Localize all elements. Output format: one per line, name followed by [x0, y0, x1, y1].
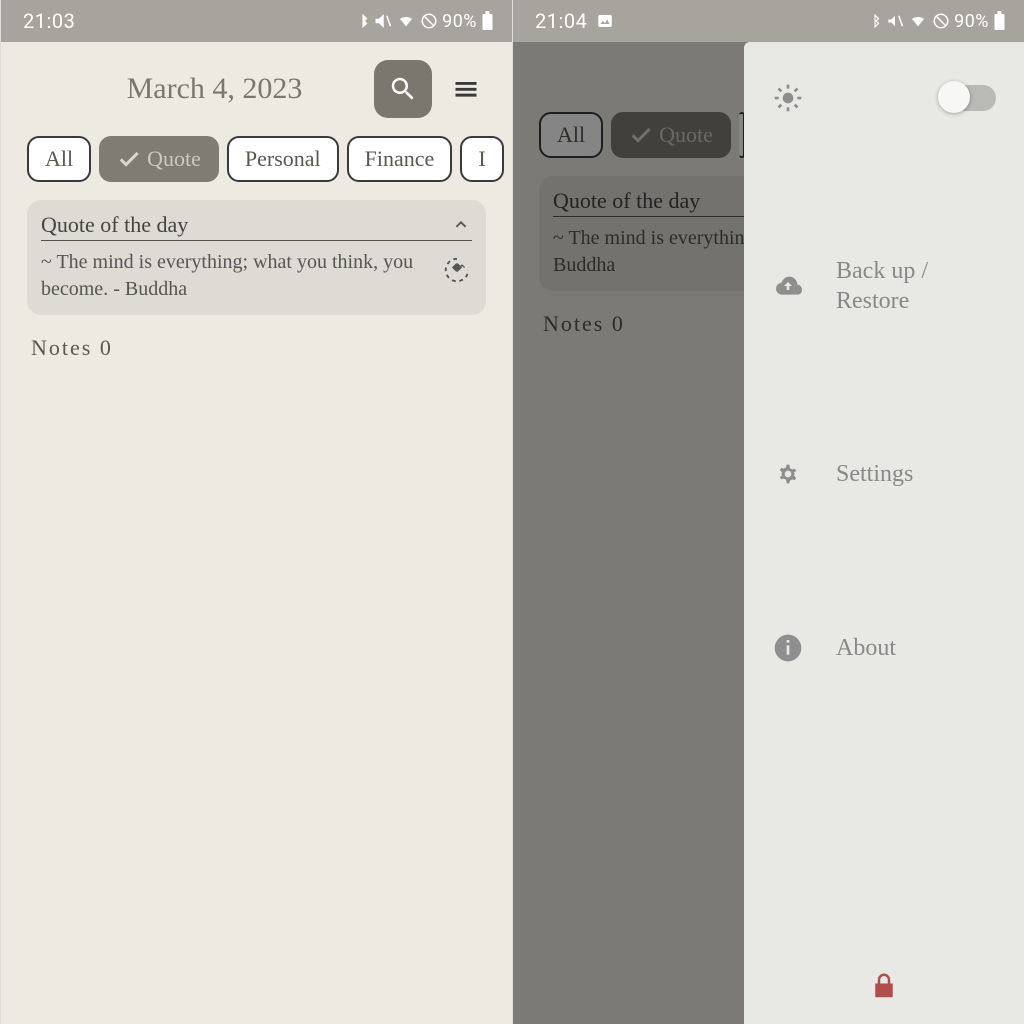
- status-bar: 21:04 90%: [513, 0, 1024, 42]
- chip-personal[interactable]: Personal: [227, 136, 339, 182]
- info-icon: [772, 632, 804, 664]
- search-icon: [388, 74, 418, 104]
- no-data-icon: [420, 12, 438, 30]
- drawer-item-about[interactable]: About: [744, 616, 1024, 680]
- chip-finance-label: Finance: [365, 146, 435, 172]
- mute-icon: [886, 12, 904, 30]
- lock-icon: [869, 971, 899, 1001]
- theme-toggle-row: [744, 72, 1024, 130]
- battery-percent: 90%: [954, 11, 989, 32]
- quote-title: Quote of the day: [41, 212, 188, 238]
- wifi-icon: [396, 13, 416, 29]
- dark-mode-toggle[interactable]: [940, 85, 996, 111]
- chip-personal-label: Personal: [245, 146, 321, 172]
- bluetooth-icon: [356, 12, 370, 30]
- chip-finance[interactable]: Finance: [347, 136, 453, 182]
- notes-count: Notes 0: [1, 315, 512, 381]
- chip-quote-label: Quote: [147, 146, 201, 172]
- battery-icon: [993, 11, 1006, 31]
- chip-idea-label: I: [478, 146, 485, 172]
- no-data-icon: [932, 12, 950, 30]
- app-header: March 4, 2023: [1, 42, 512, 130]
- category-chips: All Quote Personal Finance I: [1, 130, 512, 194]
- chip-idea[interactable]: I: [460, 136, 503, 182]
- gear-icon: [772, 458, 804, 490]
- quote-card[interactable]: Quote of the day ~ The mind is everythin…: [27, 200, 486, 315]
- refresh-quote-icon[interactable]: [442, 255, 472, 285]
- drawer-about-label: About: [836, 633, 996, 663]
- search-button[interactable]: [374, 60, 432, 118]
- cloud-upload-icon: [772, 270, 804, 302]
- phone-screen-left: 21:03 90% March 4, 2023 All Quote Person…: [0, 0, 512, 1024]
- battery-percent: 90%: [442, 11, 477, 32]
- chip-all-label: All: [45, 146, 73, 172]
- menu-button[interactable]: [446, 69, 486, 109]
- phone-screen-right: 21:04 90% March 4 All Quote Quote of: [512, 0, 1024, 1024]
- drawer-lock-button[interactable]: [744, 961, 1024, 1024]
- drawer-backup-label: Back up / Restore: [836, 256, 996, 316]
- bluetooth-icon: [868, 12, 882, 30]
- drawer-item-backup[interactable]: Back up / Restore: [744, 240, 1024, 332]
- battery-icon: [481, 11, 494, 31]
- brightness-icon: [772, 82, 804, 114]
- navigation-drawer: Back up / Restore Settings About: [744, 42, 1024, 1024]
- drawer-item-settings[interactable]: Settings: [744, 442, 1024, 506]
- status-bar: 21:03 90%: [1, 0, 512, 42]
- chip-all[interactable]: All: [27, 136, 91, 182]
- check-icon: [117, 147, 141, 171]
- wifi-icon: [908, 13, 928, 29]
- image-notif-icon: [595, 12, 615, 30]
- clock: 21:04: [535, 9, 587, 33]
- page-title: March 4, 2023: [19, 72, 360, 106]
- chevron-up-icon[interactable]: [450, 214, 472, 236]
- hamburger-icon: [449, 75, 483, 103]
- chip-quote[interactable]: Quote: [99, 136, 219, 182]
- drawer-settings-label: Settings: [836, 459, 996, 489]
- quote-text: ~ The mind is everything; what you think…: [41, 249, 434, 303]
- clock: 21:03: [23, 9, 75, 33]
- mute-icon: [374, 12, 392, 30]
